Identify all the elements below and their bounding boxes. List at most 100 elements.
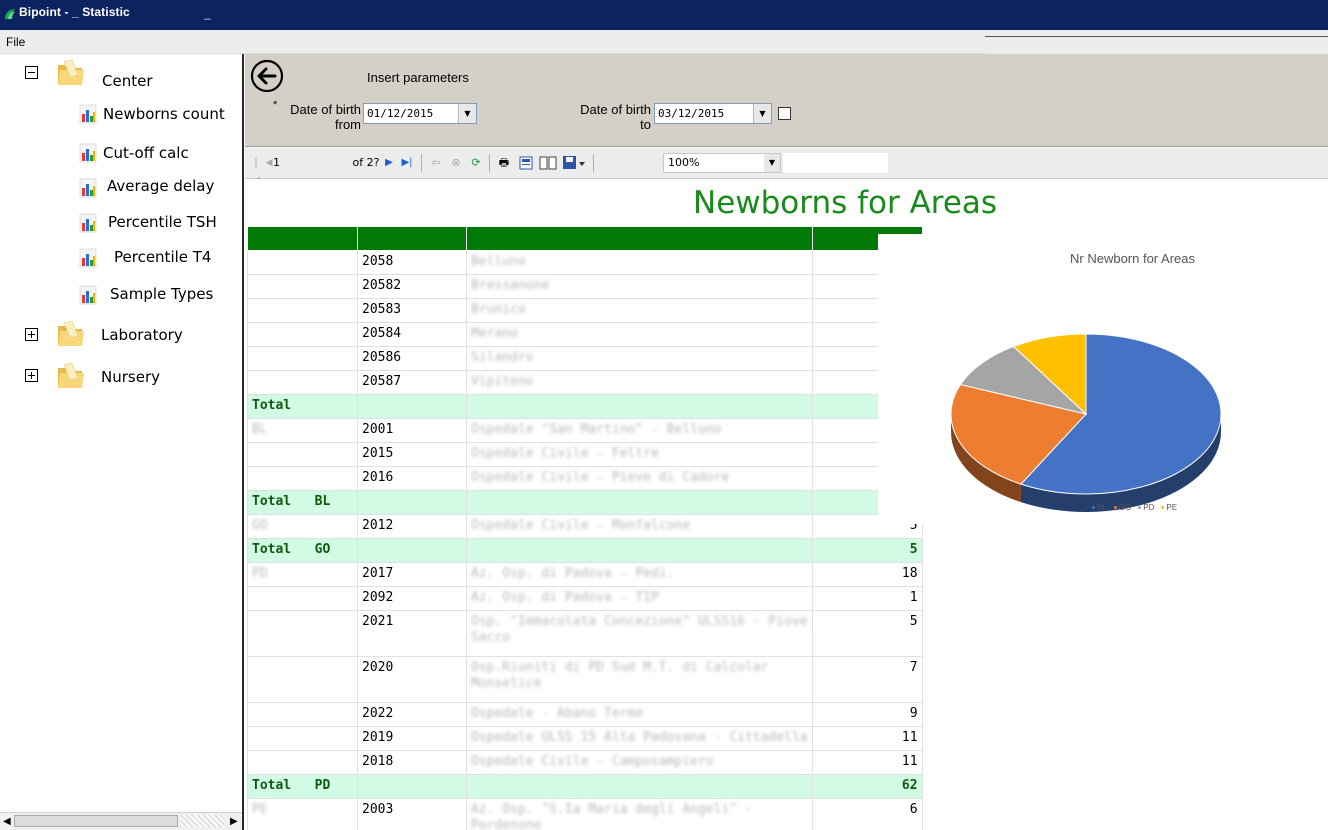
table-row: 20582Bressanone5 bbox=[247, 274, 923, 299]
tree-item-newborns-count[interactable]: Newborns count bbox=[103, 105, 225, 123]
code-cell: 2015 bbox=[357, 442, 467, 467]
area-cell bbox=[247, 442, 358, 467]
date-to-field[interactable]: 03/12/2015 ▼ bbox=[654, 103, 772, 124]
chevron-down-icon[interactable]: ▼ bbox=[458, 104, 476, 123]
toolbar-separator bbox=[593, 154, 594, 172]
table-row: 20587Vipiteno3 bbox=[247, 370, 923, 395]
page-setup-icon[interactable] bbox=[518, 155, 534, 171]
menu-file[interactable]: File bbox=[6, 35, 25, 49]
stop-icon[interactable]: ⊗ bbox=[448, 154, 464, 172]
date-from-field[interactable]: 01/12/2015 ▼ bbox=[363, 103, 477, 124]
code-cell: 2018 bbox=[357, 750, 467, 775]
area-cell bbox=[247, 586, 358, 611]
tree-item-percentile-tsh[interactable]: Percentile TSH bbox=[108, 213, 217, 231]
collapse-center-icon[interactable] bbox=[25, 66, 38, 79]
page-number-input[interactable]: 1 bbox=[273, 154, 329, 172]
area-cell bbox=[247, 750, 358, 775]
center-name-cell: Ospedale Civile - Feltre bbox=[466, 442, 813, 467]
tree-item-average-delay[interactable]: Average delay bbox=[107, 177, 214, 195]
table-row: 2018 Ospedale Civile - Camposampiero 11 bbox=[247, 750, 923, 775]
total-row: Total BL16 bbox=[247, 490, 923, 515]
report-chart-icon bbox=[79, 104, 97, 124]
code-cell: 20586 bbox=[357, 346, 467, 371]
code-cell: 20587 bbox=[357, 370, 467, 395]
code-cell: 20584 bbox=[357, 322, 467, 347]
date-from-label: Date of birth from bbox=[290, 102, 361, 132]
tree-item-cut-off-calc[interactable]: Cut-off calc bbox=[103, 144, 189, 162]
area-cell: PD bbox=[247, 562, 358, 587]
prev-page-icon[interactable]: ◀ bbox=[265, 154, 273, 172]
center-name-cell: Ospedale - Abano Terme bbox=[466, 702, 813, 727]
toolbar-separator bbox=[489, 154, 490, 172]
zoom-select[interactable]: 100% ▼ bbox=[663, 153, 781, 173]
table-row: 2058Belluno17 bbox=[247, 250, 923, 275]
center-name-cell: Merano bbox=[466, 322, 813, 347]
scroll-left-icon[interactable]: ◀ bbox=[3, 816, 11, 827]
code-cell: 2012 bbox=[357, 514, 467, 539]
count-cell: 5 bbox=[811, 610, 923, 657]
scroll-right-icon[interactable]: ▶ bbox=[230, 816, 238, 827]
center-name-cell: Bressanone bbox=[466, 274, 813, 299]
area-cell bbox=[247, 346, 358, 371]
scroll-thumb[interactable] bbox=[14, 815, 178, 827]
center-name-cell: Az. Osp. di Padova - Pedi. bbox=[466, 562, 813, 587]
scroll-track[interactable] bbox=[180, 815, 224, 827]
legend-swatch bbox=[1113, 506, 1117, 509]
center-name-cell: Vipiteno bbox=[466, 370, 813, 395]
table-row: 20584Merano11 bbox=[247, 322, 923, 347]
total-label: Total BL bbox=[247, 490, 358, 515]
tree-horizontal-scrollbar[interactable]: ◀ ▶ bbox=[0, 812, 242, 830]
count-cell: 11 bbox=[811, 750, 923, 775]
page-count: of 2? bbox=[352, 156, 380, 169]
first-page-icon[interactable]: |◀ bbox=[251, 154, 261, 187]
count-cell: 1 bbox=[811, 586, 923, 611]
center-name-cell: Silandro bbox=[466, 346, 813, 371]
expand-nursery-icon[interactable] bbox=[25, 369, 38, 382]
required-mark: * bbox=[273, 99, 278, 111]
next-page-icon[interactable]: ▶ bbox=[383, 154, 395, 172]
legend-label: PD bbox=[1143, 503, 1155, 512]
export-icon[interactable] bbox=[562, 154, 586, 172]
center-name-cell: Az. Osp. "S.Ia Maria degli Angeli" - Por… bbox=[466, 798, 813, 830]
tree-node-laboratory[interactable]: Laboratory bbox=[101, 326, 183, 344]
count-cell: 7 bbox=[811, 656, 923, 703]
center-name-cell: Belluno bbox=[466, 250, 813, 275]
area-cell bbox=[247, 656, 358, 703]
find-input[interactable] bbox=[783, 153, 888, 173]
count-cell: 9 bbox=[811, 702, 923, 727]
legend-swatch bbox=[1092, 506, 1095, 509]
tree-item-sample-types[interactable]: Sample Types bbox=[110, 285, 213, 303]
code-cell: 2001 bbox=[357, 418, 467, 443]
total-label: Total bbox=[247, 394, 358, 419]
table-row: 2020 Osp.Riuniti di PD Sud M.T. di Calcol… bbox=[247, 656, 923, 703]
back-icon[interactable]: ⇦ bbox=[428, 154, 444, 172]
total-row: Total GO 5 bbox=[247, 538, 923, 563]
last-page-icon[interactable]: ▶| bbox=[400, 154, 414, 172]
print-icon[interactable]: 🖶 bbox=[495, 154, 513, 172]
report-toolbar: |◀ ◀ 1 of 2? ▶ ▶| ⇦ ⊗ ⟳ 🖶 100% ▼ bbox=[245, 148, 1328, 187]
table-header-row bbox=[247, 226, 923, 251]
area-cell bbox=[247, 466, 358, 491]
report-chart-icon bbox=[79, 248, 97, 268]
expand-laboratory-icon[interactable] bbox=[25, 328, 38, 341]
date-to-checkbox[interactable] bbox=[778, 107, 791, 120]
legend-swatch bbox=[1161, 506, 1165, 509]
total-row: Total 46 bbox=[247, 394, 923, 419]
parameters-panel: Insert parameters * Date of birth from 0… bbox=[245, 54, 1328, 147]
back-arrow-icon[interactable] bbox=[250, 59, 284, 93]
chevron-down-icon[interactable]: ▼ bbox=[764, 154, 780, 172]
pie-chart-svg bbox=[950, 333, 1222, 512]
report-title: Newborns for Areas bbox=[693, 185, 998, 221]
tree-node-center[interactable]: Center bbox=[102, 72, 153, 90]
tree-item-percentile-t4[interactable]: Percentile T4 bbox=[114, 248, 211, 266]
print-layout-icon[interactable] bbox=[539, 155, 557, 171]
area-cell bbox=[247, 250, 358, 275]
chevron-down-icon[interactable]: ▼ bbox=[753, 104, 771, 123]
refresh-icon[interactable]: ⟳ bbox=[468, 154, 484, 172]
tree-node-nursery[interactable]: Nursery bbox=[101, 368, 160, 386]
code-cell: 2016 bbox=[357, 466, 467, 491]
count-cell: 18 bbox=[811, 562, 923, 587]
total-label: Total PD bbox=[247, 774, 358, 799]
code-cell: 2003 bbox=[357, 798, 467, 830]
area-cell bbox=[247, 726, 358, 751]
